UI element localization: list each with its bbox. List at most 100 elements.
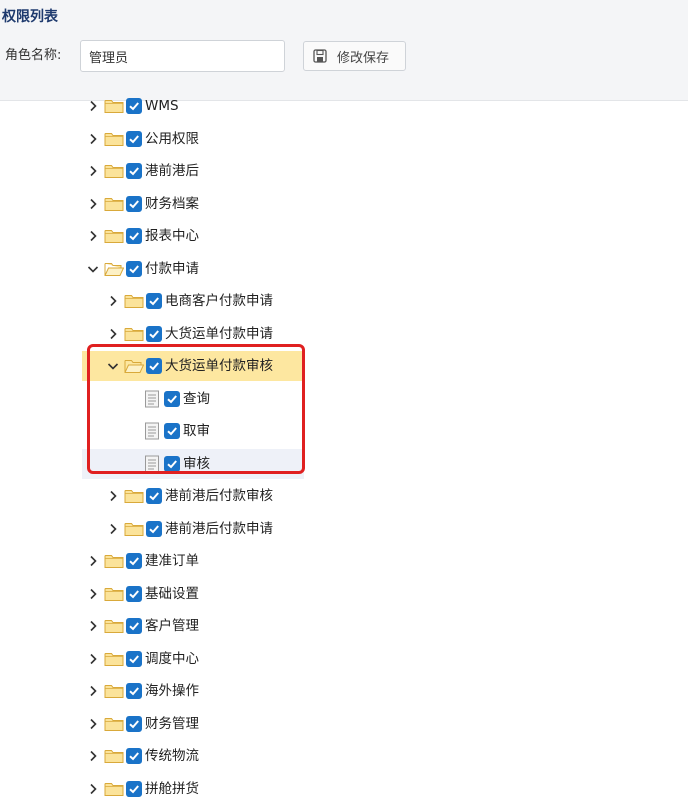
save-button[interactable]: 修改保存 — [303, 41, 406, 71]
checkbox[interactable] — [126, 618, 142, 634]
tree-node-row[interactable]: 基础设置 — [0, 579, 688, 609]
tree-node-row[interactable]: 港前港后 — [0, 156, 688, 186]
chevron-right-icon[interactable] — [86, 164, 100, 178]
tree-node-label[interactable]: 传统物流 — [145, 747, 199, 765]
tree-node-label[interactable]: 取审 — [183, 422, 210, 440]
chevron-right-icon[interactable] — [86, 132, 100, 146]
tree-node-label[interactable]: 付款申请 — [145, 260, 199, 278]
tree-node-label[interactable]: 大货运单付款申请 — [165, 325, 273, 343]
checkbox[interactable] — [164, 455, 180, 472]
tree-node-row[interactable]: 大货运单付款申请 — [0, 319, 688, 349]
folder-icon — [124, 326, 144, 342]
chevron-right-icon[interactable] — [106, 522, 120, 536]
folder-icon — [104, 683, 124, 699]
folder-icon — [104, 781, 124, 797]
chevron-right-icon[interactable] — [106, 294, 120, 308]
checkbox[interactable] — [146, 293, 162, 309]
tree-node-row[interactable]: 财务档案 — [0, 189, 688, 219]
checkbox[interactable] — [126, 98, 142, 114]
tree-node-label[interactable]: 报表中心 — [145, 227, 199, 245]
chevron-right-icon[interactable] — [86, 619, 100, 633]
tree-node-row[interactable]: 调度中心 — [0, 644, 688, 674]
tree-node-label[interactable]: WMS — [145, 97, 179, 115]
tree-node-label[interactable]: 电商客户付款申请 — [165, 292, 273, 310]
tree-node-row[interactable]: 大货运单付款审核 — [82, 351, 304, 381]
tree-node-label[interactable]: 大货运单付款审核 — [165, 357, 273, 375]
tree-leaf-row[interactable]: 查询 — [0, 384, 688, 414]
checkbox[interactable] — [126, 260, 142, 277]
checkbox[interactable] — [164, 423, 180, 439]
chevron-right-icon[interactable] — [106, 489, 120, 503]
chevron-right-icon[interactable] — [106, 327, 120, 341]
checkbox[interactable] — [146, 488, 162, 504]
checkbox[interactable] — [146, 520, 162, 537]
tree-node-row[interactable]: 海外操作 — [0, 676, 688, 706]
tree-node-row[interactable]: 电商客户付款申请 — [0, 286, 688, 316]
chevron-down-icon[interactable] — [106, 359, 120, 373]
tree-node-label[interactable]: 公用权限 — [145, 130, 199, 148]
chevron-right-icon[interactable] — [86, 717, 100, 731]
tree-node-label[interactable]: 调度中心 — [145, 650, 199, 668]
checkbox[interactable] — [146, 358, 162, 374]
checkbox[interactable] — [126, 683, 142, 699]
tree-node-row[interactable]: 港前港后付款审核 — [0, 481, 688, 511]
document-icon — [144, 455, 160, 473]
tree-node-row[interactable]: 建准订单 — [0, 546, 688, 576]
checkbox[interactable] — [126, 748, 142, 764]
chevron-right-icon[interactable] — [86, 554, 100, 568]
tree-node-label[interactable]: 海外操作 — [145, 682, 199, 700]
checkbox[interactable] — [126, 130, 142, 147]
chevron-right-icon[interactable] — [86, 229, 100, 243]
checkbox[interactable] — [126, 228, 142, 244]
tree-node-label[interactable]: 拼舱拼货 — [145, 780, 199, 798]
tree-node-label[interactable]: 财务档案 — [145, 195, 199, 213]
chevron-right-icon[interactable] — [86, 684, 100, 698]
folder-icon — [124, 488, 144, 504]
permission-tree: WMS 公用权限港前港后财务档案报表中心付款申请电商客户付款申请 大货运单付款申请大… — [0, 98, 688, 800]
tree-node-row[interactable]: 公用权限 — [0, 124, 688, 154]
checkbox[interactable] — [126, 650, 142, 667]
chevron-right-icon[interactable] — [86, 587, 100, 601]
role-name-input[interactable] — [80, 40, 285, 72]
tree-node-label[interactable]: 港前港后付款申请 — [165, 520, 273, 538]
folder-icon — [104, 716, 124, 732]
tree-node-label[interactable]: 建准订单 — [145, 552, 199, 570]
tree-node-label[interactable]: 查询 — [183, 390, 210, 408]
tree-node-row[interactable]: 传统物流 — [0, 741, 688, 771]
checkbox[interactable] — [126, 585, 142, 602]
tree-leaf-row[interactable]: 取审 — [0, 416, 688, 446]
checkbox[interactable] — [126, 553, 142, 569]
tree-node-row[interactable]: 拼舱拼货 — [0, 774, 688, 804]
tree-node-row[interactable]: 付款申请 — [0, 254, 688, 284]
tree-node-row[interactable]: 财务管理 — [0, 709, 688, 739]
tree-node-row[interactable]: 报表中心 — [0, 221, 688, 251]
chevron-right-icon[interactable] — [86, 782, 100, 796]
checkbox[interactable] — [164, 390, 180, 407]
folder-icon — [104, 553, 124, 569]
tree-node-label[interactable]: 客户管理 — [145, 617, 199, 635]
tree-node-label[interactable]: 港前港后付款审核 — [165, 487, 273, 505]
folder-icon — [104, 98, 124, 114]
checkbox[interactable] — [126, 780, 142, 797]
folder-icon — [124, 521, 144, 537]
chevron-down-icon[interactable] — [86, 262, 100, 276]
chevron-right-icon[interactable] — [86, 652, 100, 666]
checkbox[interactable] — [126, 715, 142, 732]
tree-node-label[interactable]: 审核 — [183, 455, 210, 473]
tree-leaf-row[interactable]: 审核 — [82, 448, 304, 479]
checkbox[interactable] — [146, 325, 162, 342]
chevron-right-icon[interactable] — [86, 749, 100, 763]
tree-node-row[interactable]: WMS — [0, 91, 688, 121]
chevron-right-icon[interactable] — [86, 197, 100, 211]
tree-node-label[interactable]: 港前港后 — [145, 162, 199, 180]
checkbox[interactable] — [126, 163, 142, 179]
tree-node-label[interactable]: 基础设置 — [145, 585, 199, 603]
tree-node-row[interactable]: 客户管理 — [0, 611, 688, 641]
chevron-right-icon[interactable] — [86, 99, 100, 113]
folder-open-icon — [124, 358, 144, 374]
tree-node-row[interactable]: 港前港后付款申请 — [0, 514, 688, 544]
checkbox[interactable] — [126, 195, 142, 212]
tree-node-label[interactable]: 财务管理 — [145, 715, 199, 733]
